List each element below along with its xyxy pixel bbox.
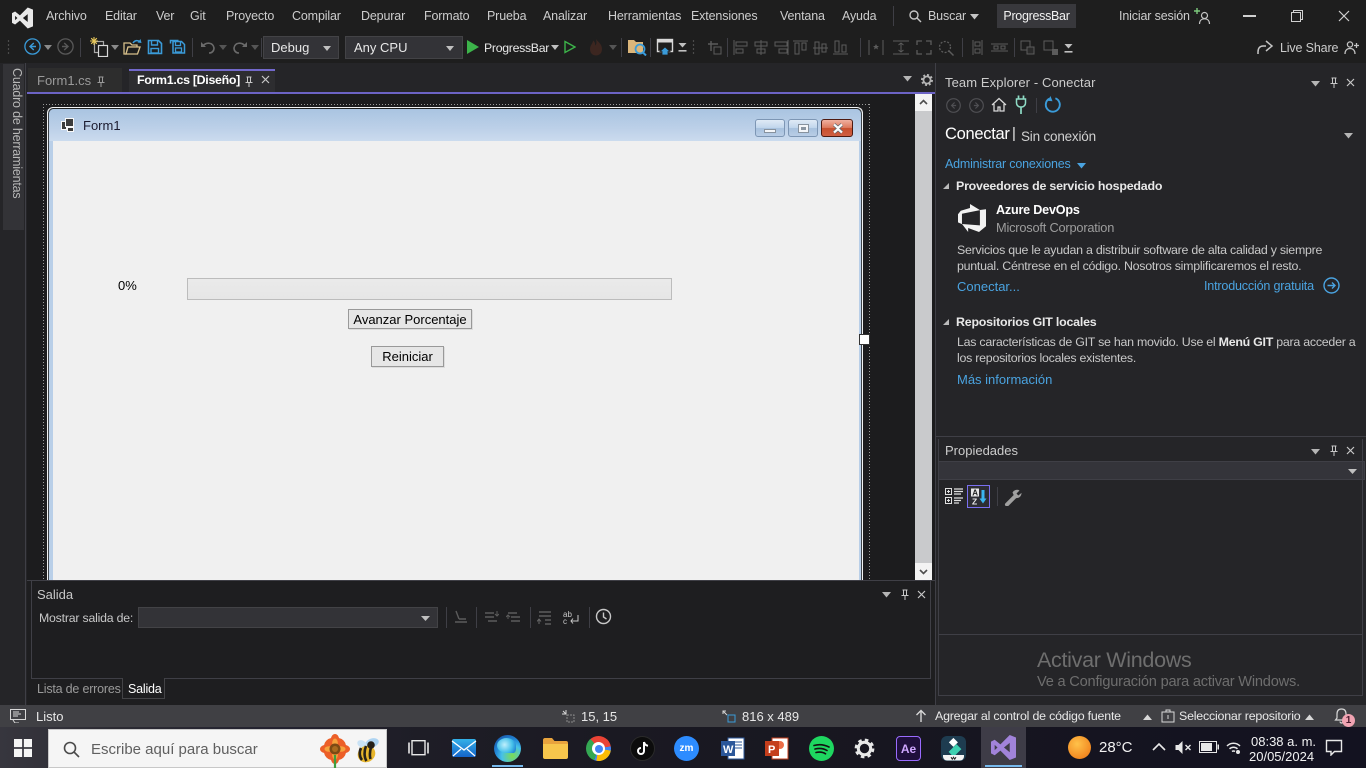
svg-text:Z: Z: [972, 497, 977, 506]
svg-text:W: W: [723, 744, 734, 756]
svg-text:P: P: [768, 744, 775, 756]
svg-text:c: c: [563, 617, 567, 625]
